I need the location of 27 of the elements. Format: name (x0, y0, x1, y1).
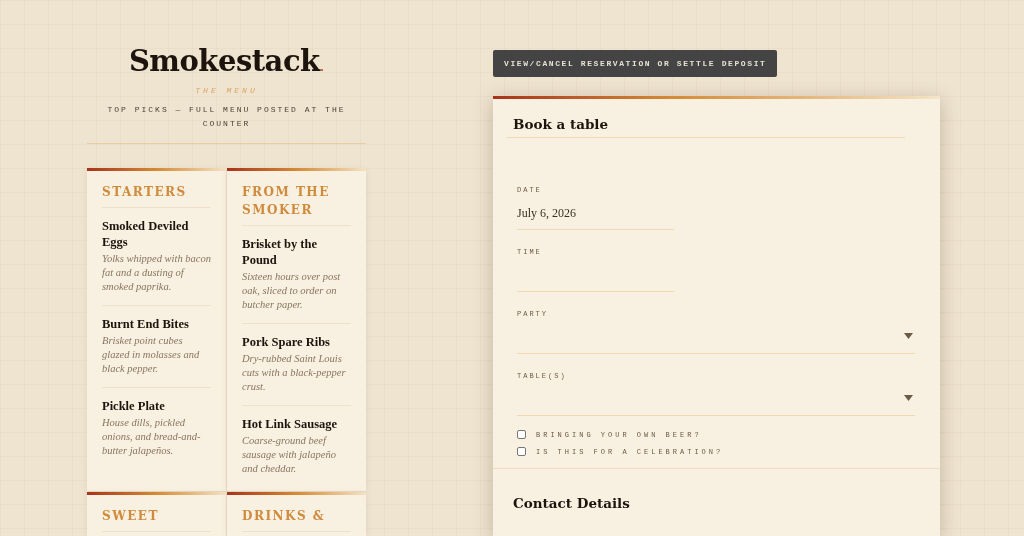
booking-title: Book a table (507, 116, 905, 138)
manage-reservation-button[interactable]: VIEW/CANCEL RESERVATION OR SETTLE DEPOSIT (493, 50, 778, 77)
checkbox[interactable] (517, 447, 526, 456)
menu-tagline: TOP PICKS — FULL MENU POSTED AT THE COUNTER (106, 104, 347, 130)
dish-name: Pickle Plate (102, 398, 166, 414)
dish-description: House dills, pickled onions, and bread-and-butter jalapeños. (102, 416, 202, 458)
dropdown-caret-icon (904, 332, 913, 339)
dish-description: Yolks whipped with bacon fat and a dusting of smoked paprika. (102, 252, 211, 294)
dish-description: Brisket point cubes glazed in molasses and black pepper. (102, 334, 201, 376)
brand-name: Smokestack (128, 44, 320, 78)
section-title: SWEET (102, 507, 211, 532)
dish-description: Sixteen hours over post oak, sliced to order on butcher paper. (242, 270, 342, 312)
input-field[interactable]: July 6, 2026 (517, 194, 674, 230)
dish-description: Coarse-ground beef sausage with jalapeño and cheddar. (242, 434, 337, 476)
dish-name: Hot Link Sausage (242, 416, 339, 432)
dish-name: Burnt End Bites (102, 316, 190, 332)
contact-title: Contact Details (512, 495, 631, 513)
dish-name: Brisket by the Pound (242, 236, 318, 268)
dropdown-caret-icon (904, 394, 913, 401)
menu-subtitle: THE MENU (194, 86, 259, 95)
dish-description: Dry-rubbed Saint Louis cuts with a black-pepper crust. (242, 352, 347, 394)
section-title: FROM THE SMOKER (242, 183, 351, 226)
checkbox[interactable] (517, 430, 526, 439)
section-title: STARTERS (102, 183, 211, 208)
dish-name: Pork Spare Ribs (242, 334, 331, 350)
section-title: DRINKS & (242, 507, 351, 532)
dish-name: Smoked Deviled Eggs (102, 218, 190, 250)
